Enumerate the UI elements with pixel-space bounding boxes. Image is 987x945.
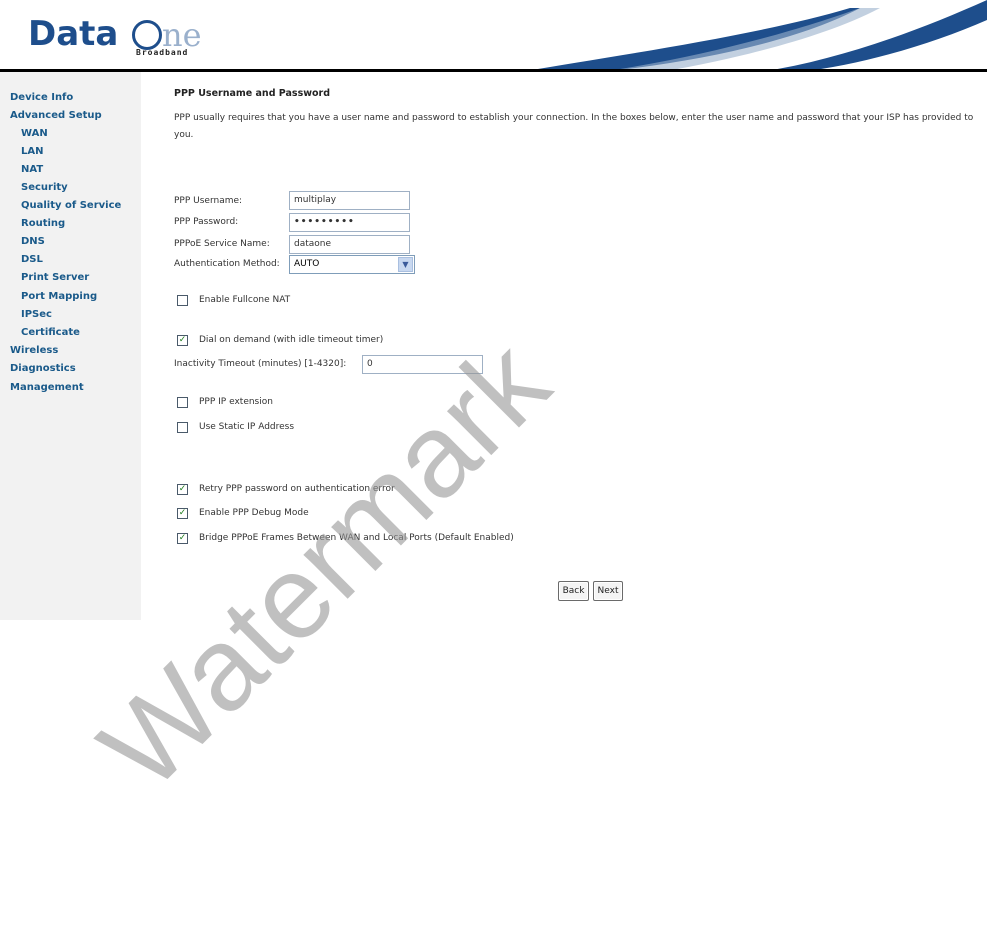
static-ip-checkbox[interactable] bbox=[177, 422, 188, 433]
sidebar-nav: Device Info Advanced Setup WAN LAN NAT S… bbox=[0, 72, 141, 620]
fullcone-nat-checkbox[interactable] bbox=[177, 295, 188, 306]
sidebar-item-management[interactable]: Management bbox=[10, 382, 84, 393]
pppoe-service-name-label: PPPoE Service Name: bbox=[174, 239, 270, 249]
watermark-overlay: Watermark bbox=[75, 316, 574, 815]
sidebar-item-port-mapping[interactable]: Port Mapping bbox=[21, 291, 97, 302]
bridge-pppoe-frames-label: Bridge PPPoE Frames Between WAN and Loca… bbox=[199, 533, 514, 543]
ppp-password-label: PPP Password: bbox=[174, 217, 239, 227]
sidebar-item-ipsec[interactable]: IPSec bbox=[21, 309, 52, 320]
ppp-debug-mode-label: Enable PPP Debug Mode bbox=[199, 508, 309, 518]
ppp-debug-mode-checkbox[interactable]: ✓ bbox=[177, 508, 188, 519]
authentication-method-value: AUTO bbox=[294, 259, 320, 269]
sidebar-item-lan[interactable]: LAN bbox=[21, 146, 43, 157]
retry-password-label: Retry PPP password on authentication err… bbox=[199, 484, 395, 494]
sidebar-item-dns[interactable]: DNS bbox=[21, 236, 45, 247]
sidebar-item-print-server[interactable]: Print Server bbox=[21, 272, 89, 283]
fullcone-nat-label: Enable Fullcone NAT bbox=[199, 295, 291, 305]
bridge-pppoe-frames-checkbox[interactable]: ✓ bbox=[177, 533, 188, 544]
sidebar-item-wan[interactable]: WAN bbox=[21, 128, 48, 139]
dial-on-demand-label: Dial on demand (with idle timeout timer) bbox=[199, 335, 384, 345]
logo-text-data: Data bbox=[28, 14, 119, 54]
authentication-method-label: Authentication Method: bbox=[174, 259, 280, 269]
sidebar-item-wireless[interactable]: Wireless bbox=[10, 345, 58, 356]
ppp-username-label: PPP Username: bbox=[174, 196, 243, 206]
ppp-username-input[interactable]: multiplay bbox=[289, 191, 410, 210]
header-banner: Data ne Broadband bbox=[0, 0, 987, 72]
sidebar-item-diagnostics[interactable]: Diagnostics bbox=[10, 363, 76, 374]
sidebar-item-certificate[interactable]: Certificate bbox=[21, 327, 80, 338]
logo-o-icon bbox=[132, 20, 162, 50]
static-ip-label: Use Static IP Address bbox=[199, 422, 295, 432]
sidebar-item-dsl[interactable]: DSL bbox=[21, 254, 43, 265]
next-button[interactable]: Next bbox=[593, 581, 623, 601]
authentication-method-select[interactable]: AUTO ▼ bbox=[289, 255, 415, 274]
logo-subtitle: Broadband bbox=[136, 48, 189, 57]
back-button[interactable]: Back bbox=[558, 581, 589, 601]
chevron-down-icon[interactable]: ▼ bbox=[398, 257, 413, 272]
page-title: PPP Username and Password bbox=[174, 88, 331, 99]
inactivity-timeout-input[interactable]: 0 bbox=[362, 355, 483, 374]
dial-on-demand-checkbox[interactable]: ✓ bbox=[177, 335, 188, 346]
sidebar-item-device-info[interactable]: Device Info bbox=[10, 92, 73, 103]
retry-password-checkbox[interactable]: ✓ bbox=[177, 484, 188, 495]
sidebar-item-security[interactable]: Security bbox=[21, 182, 68, 193]
pppoe-service-name-input[interactable]: dataone bbox=[289, 235, 410, 254]
ppp-ip-extension-checkbox[interactable] bbox=[177, 397, 188, 408]
sidebar-item-routing[interactable]: Routing bbox=[21, 218, 65, 229]
page-description: PPP usually requires that you have a use… bbox=[174, 113, 974, 140]
sidebar-item-nat[interactable]: NAT bbox=[21, 164, 43, 175]
inactivity-timeout-label: Inactivity Timeout (minutes) [1-4320]: bbox=[174, 359, 347, 369]
sidebar-item-quality-of-service[interactable]: Quality of Service bbox=[21, 200, 121, 211]
header-divider bbox=[0, 69, 987, 72]
ppp-ip-extension-label: PPP IP extension bbox=[199, 397, 273, 407]
sidebar-item-advanced-setup[interactable]: Advanced Setup bbox=[10, 110, 102, 121]
ppp-password-input[interactable]: ••••••••• bbox=[289, 213, 410, 232]
